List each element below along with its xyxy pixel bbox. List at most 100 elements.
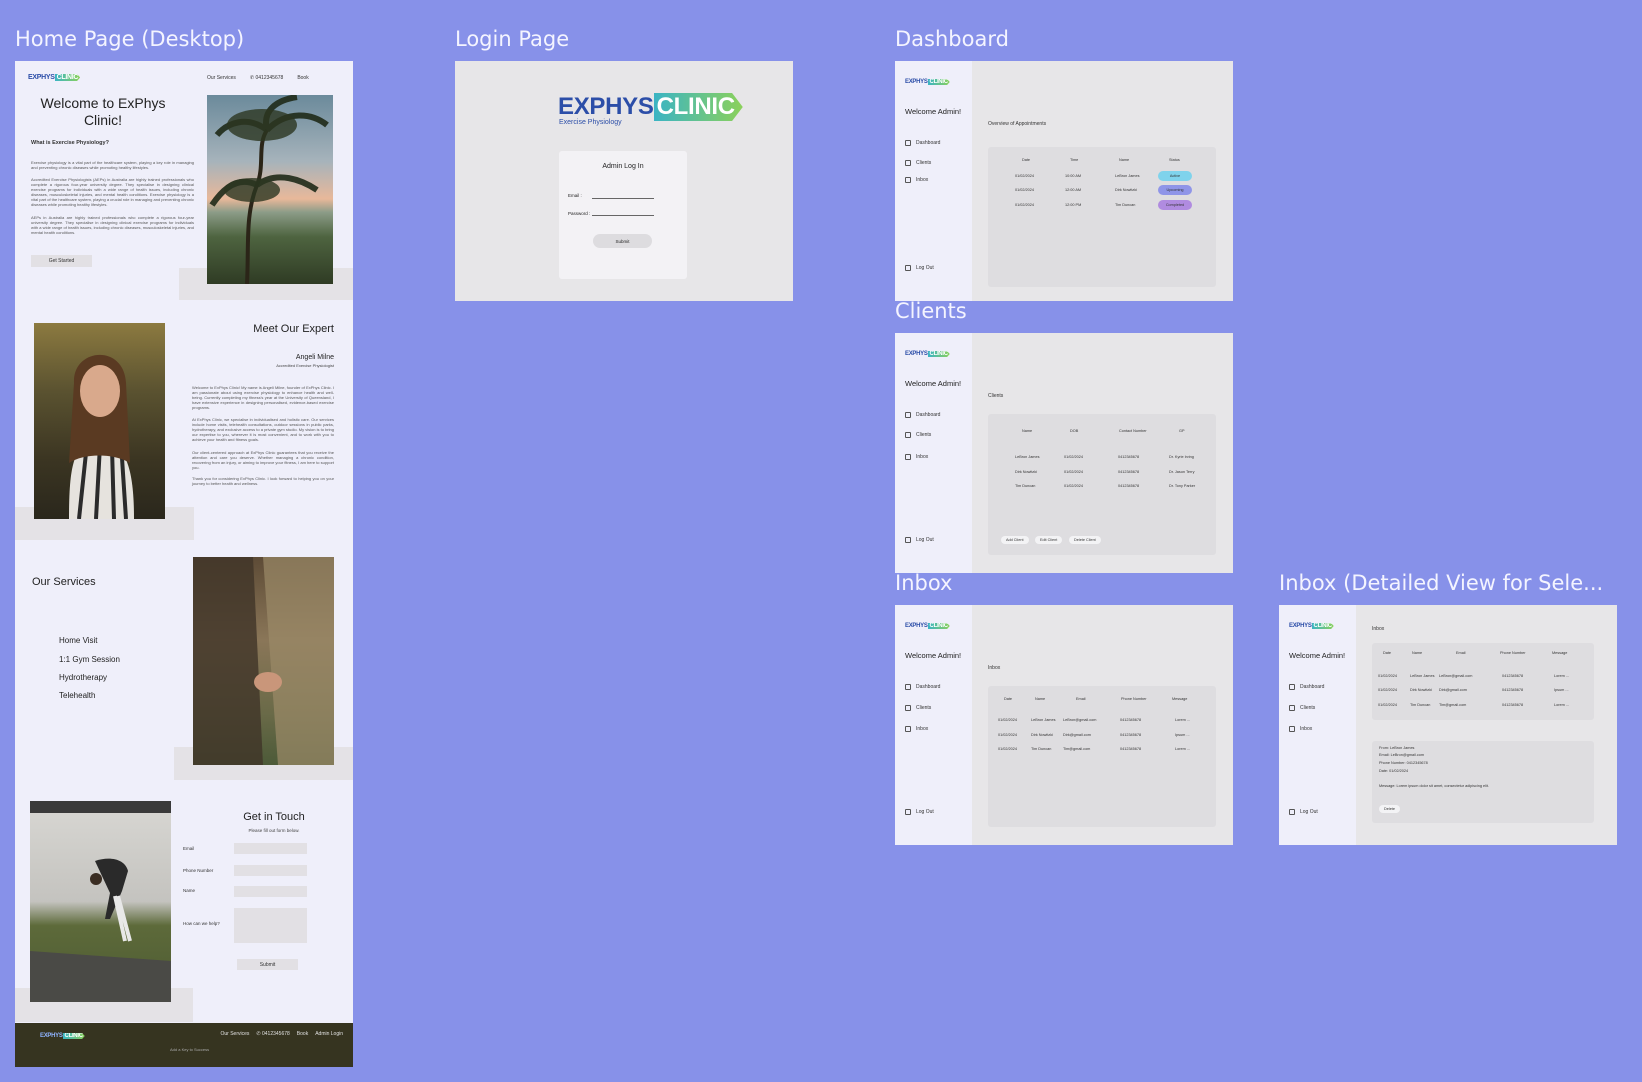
phone-field[interactable] — [234, 865, 307, 876]
appt-time: 10:00 AM — [1065, 174, 1082, 178]
msg-preview[interactable]: Lorem ... — [1175, 718, 1190, 722]
message-detail-panel: From: LeBron James Email: LeBron@gmail.c… — [1372, 741, 1594, 823]
sidebar-item-dashboard[interactable]: Dashboard — [1289, 684, 1324, 690]
msg-preview[interactable]: Lorem ... — [1554, 674, 1569, 678]
frame-title-inbox-detail: Inbox (Detailed View for Sele... — [1279, 571, 1604, 595]
login-password-input[interactable] — [592, 215, 654, 216]
login-submit-button[interactable]: Submit — [593, 234, 652, 248]
detail-message: Message: Lorem ipsum dolor sit amet, con… — [1379, 784, 1489, 788]
sidebar-item-inbox[interactable]: Inbox — [905, 454, 928, 460]
footer-services-link[interactable]: Our Services — [220, 1031, 249, 1037]
msg-name: Dirk Nowitzki — [1031, 733, 1053, 737]
footer-tagline: Add a Key to Success — [170, 1047, 210, 1052]
nav-book-link[interactable]: Book — [297, 75, 308, 81]
dashboard-heading: Overview of Appointments — [988, 121, 1047, 127]
login-password-label: Password : — [568, 211, 591, 216]
inbox-icon — [905, 177, 911, 183]
client-contact: 0412345678 — [1118, 484, 1140, 488]
add-client-button[interactable]: Add Client — [1001, 536, 1029, 544]
sidebar-logo[interactable]: EXPHYS CLINIC — [1289, 623, 1334, 629]
sidebar-item-clients[interactable]: Clients — [905, 432, 931, 438]
client-name: Tim Duncan — [1015, 484, 1036, 488]
col-name: Name — [1412, 651, 1423, 655]
expert-title: Accredited Exercise Physiologist — [276, 363, 334, 368]
appt-time: 12:00 PM — [1065, 203, 1082, 207]
status-badge: Upcoming — [1158, 185, 1192, 195]
sidebar-item-clients[interactable]: Clients — [905, 705, 931, 711]
msg-name: Tim Duncan — [1031, 747, 1052, 751]
logout-button[interactable]: Log Out — [905, 265, 934, 271]
name-field[interactable] — [234, 886, 307, 897]
msg-date: 01/02/2024 — [998, 747, 1018, 751]
sidebar-logo[interactable]: EXPHYS CLINIC — [905, 351, 950, 357]
help-label: How can we help? — [183, 921, 220, 926]
msg-preview[interactable]: Lorem ... — [1554, 703, 1569, 707]
email-field[interactable] — [234, 843, 307, 854]
msg-name: Tim Duncan — [1410, 703, 1431, 707]
clients-icon — [905, 705, 911, 711]
bio-para-3: Our client-centered approach at ExPhys C… — [192, 450, 334, 470]
sidebar-item-inbox[interactable]: Inbox — [905, 177, 928, 183]
sidebar-item-inbox[interactable]: Inbox — [905, 726, 928, 732]
footer-phone-link[interactable]: ✆ 0412345678 — [256, 1031, 289, 1037]
footer-book-link[interactable]: Book — [297, 1031, 308, 1037]
delete-client-button[interactable]: Delete Client — [1069, 536, 1101, 544]
bio-para-1: Welcome to ExPhys Clinic! My name is Ang… — [192, 385, 334, 410]
col-status: Status — [1169, 158, 1180, 162]
client-dob: 01/02/2024 — [1064, 484, 1084, 488]
footer-nav: Our Services ✆ 0412345678 Book Admin Log… — [220, 1031, 343, 1037]
intro-para-2: Accredited Exercise Physiologists (AEPs)… — [31, 177, 194, 207]
service-home-visit: Home Visit — [59, 636, 98, 645]
msg-preview[interactable]: Ipsum ... — [1175, 733, 1190, 737]
delete-message-button[interactable]: Delete — [1379, 805, 1400, 813]
login-title: Admin Log In — [602, 163, 644, 170]
sidebar-item-dashboard[interactable]: Dashboard — [905, 412, 940, 418]
home-nav: Our Services ✆ 0412345678 Book — [207, 75, 309, 81]
frame-title-dashboard: Dashboard — [895, 27, 1009, 51]
footer-logo[interactable]: EXPHYS CLINIC — [40, 1033, 85, 1039]
clients-icon — [905, 432, 911, 438]
contact-submit-button[interactable]: Submit — [237, 959, 298, 970]
login-email-input[interactable] — [592, 198, 654, 199]
intro-para-3: AEPs in Australia are highly trained pro… — [31, 215, 194, 235]
logout-button[interactable]: Log Out — [905, 809, 934, 815]
col-email: Email — [1456, 651, 1466, 655]
appt-time: 12:00 AM — [1065, 188, 1082, 192]
logout-button[interactable]: Log Out — [1289, 809, 1318, 815]
col-name: Name — [1035, 697, 1046, 701]
sidebar-item-clients[interactable]: Clients — [1289, 705, 1315, 711]
get-started-button[interactable]: Get Started — [31, 255, 92, 267]
sidebar-item-dashboard[interactable]: Dashboard — [905, 140, 940, 146]
msg-date: 01/02/2024 — [1378, 688, 1398, 692]
detail-phone: Phone Number: 0412345678 — [1379, 761, 1428, 765]
login-logo-subtitle: Exercise Physiology — [559, 119, 622, 126]
msg-name: Dirk Nowitzki — [1410, 688, 1432, 692]
sidebar-logo[interactable]: EXPHYS CLINIC — [905, 79, 950, 85]
sidebar-logo[interactable]: EXPHYS CLINIC — [905, 623, 950, 629]
bio-para-4: Thank you for considering ExPhys Clinic.… — [192, 476, 334, 486]
welcome-admin: Welcome Admin! — [905, 107, 962, 116]
appt-name: Dirk Nowitzki — [1115, 188, 1137, 192]
clients-frame: EXPHYS CLINIC Welcome Admin! Dashboard Cl… — [895, 333, 1233, 573]
email-label: Email — [183, 846, 195, 851]
logout-icon — [1289, 809, 1295, 815]
sidebar-item-clients[interactable]: Clients — [905, 160, 931, 166]
msg-preview[interactable]: Ipsum ... — [1554, 688, 1569, 692]
msg-preview[interactable]: Lorem ... — [1175, 747, 1190, 751]
logout-button[interactable]: Log Out — [905, 537, 934, 543]
client-contact: 0412345678 — [1118, 470, 1140, 474]
sidebar-item-dashboard[interactable]: Dashboard — [905, 684, 940, 690]
message-field[interactable] — [234, 908, 307, 943]
footer-admin-login-link[interactable]: Admin Login — [315, 1031, 343, 1037]
edit-client-button[interactable]: Edit Client — [1035, 536, 1063, 544]
nav-phone-link[interactable]: ✆ 0412345678 — [250, 75, 283, 81]
inbox-icon — [905, 726, 911, 732]
beach-photo — [207, 95, 333, 284]
clients-heading: Clients — [988, 393, 1004, 399]
sidebar-item-inbox[interactable]: Inbox — [1289, 726, 1312, 732]
col-date: Date — [1022, 158, 1031, 162]
client-contact: 0412345678 — [1118, 455, 1140, 459]
nav-services-link[interactable]: Our Services — [207, 75, 236, 81]
contact-heading: Get in Touch — [243, 811, 305, 823]
home-logo[interactable]: EXPHYS CLINIC — [28, 74, 81, 81]
